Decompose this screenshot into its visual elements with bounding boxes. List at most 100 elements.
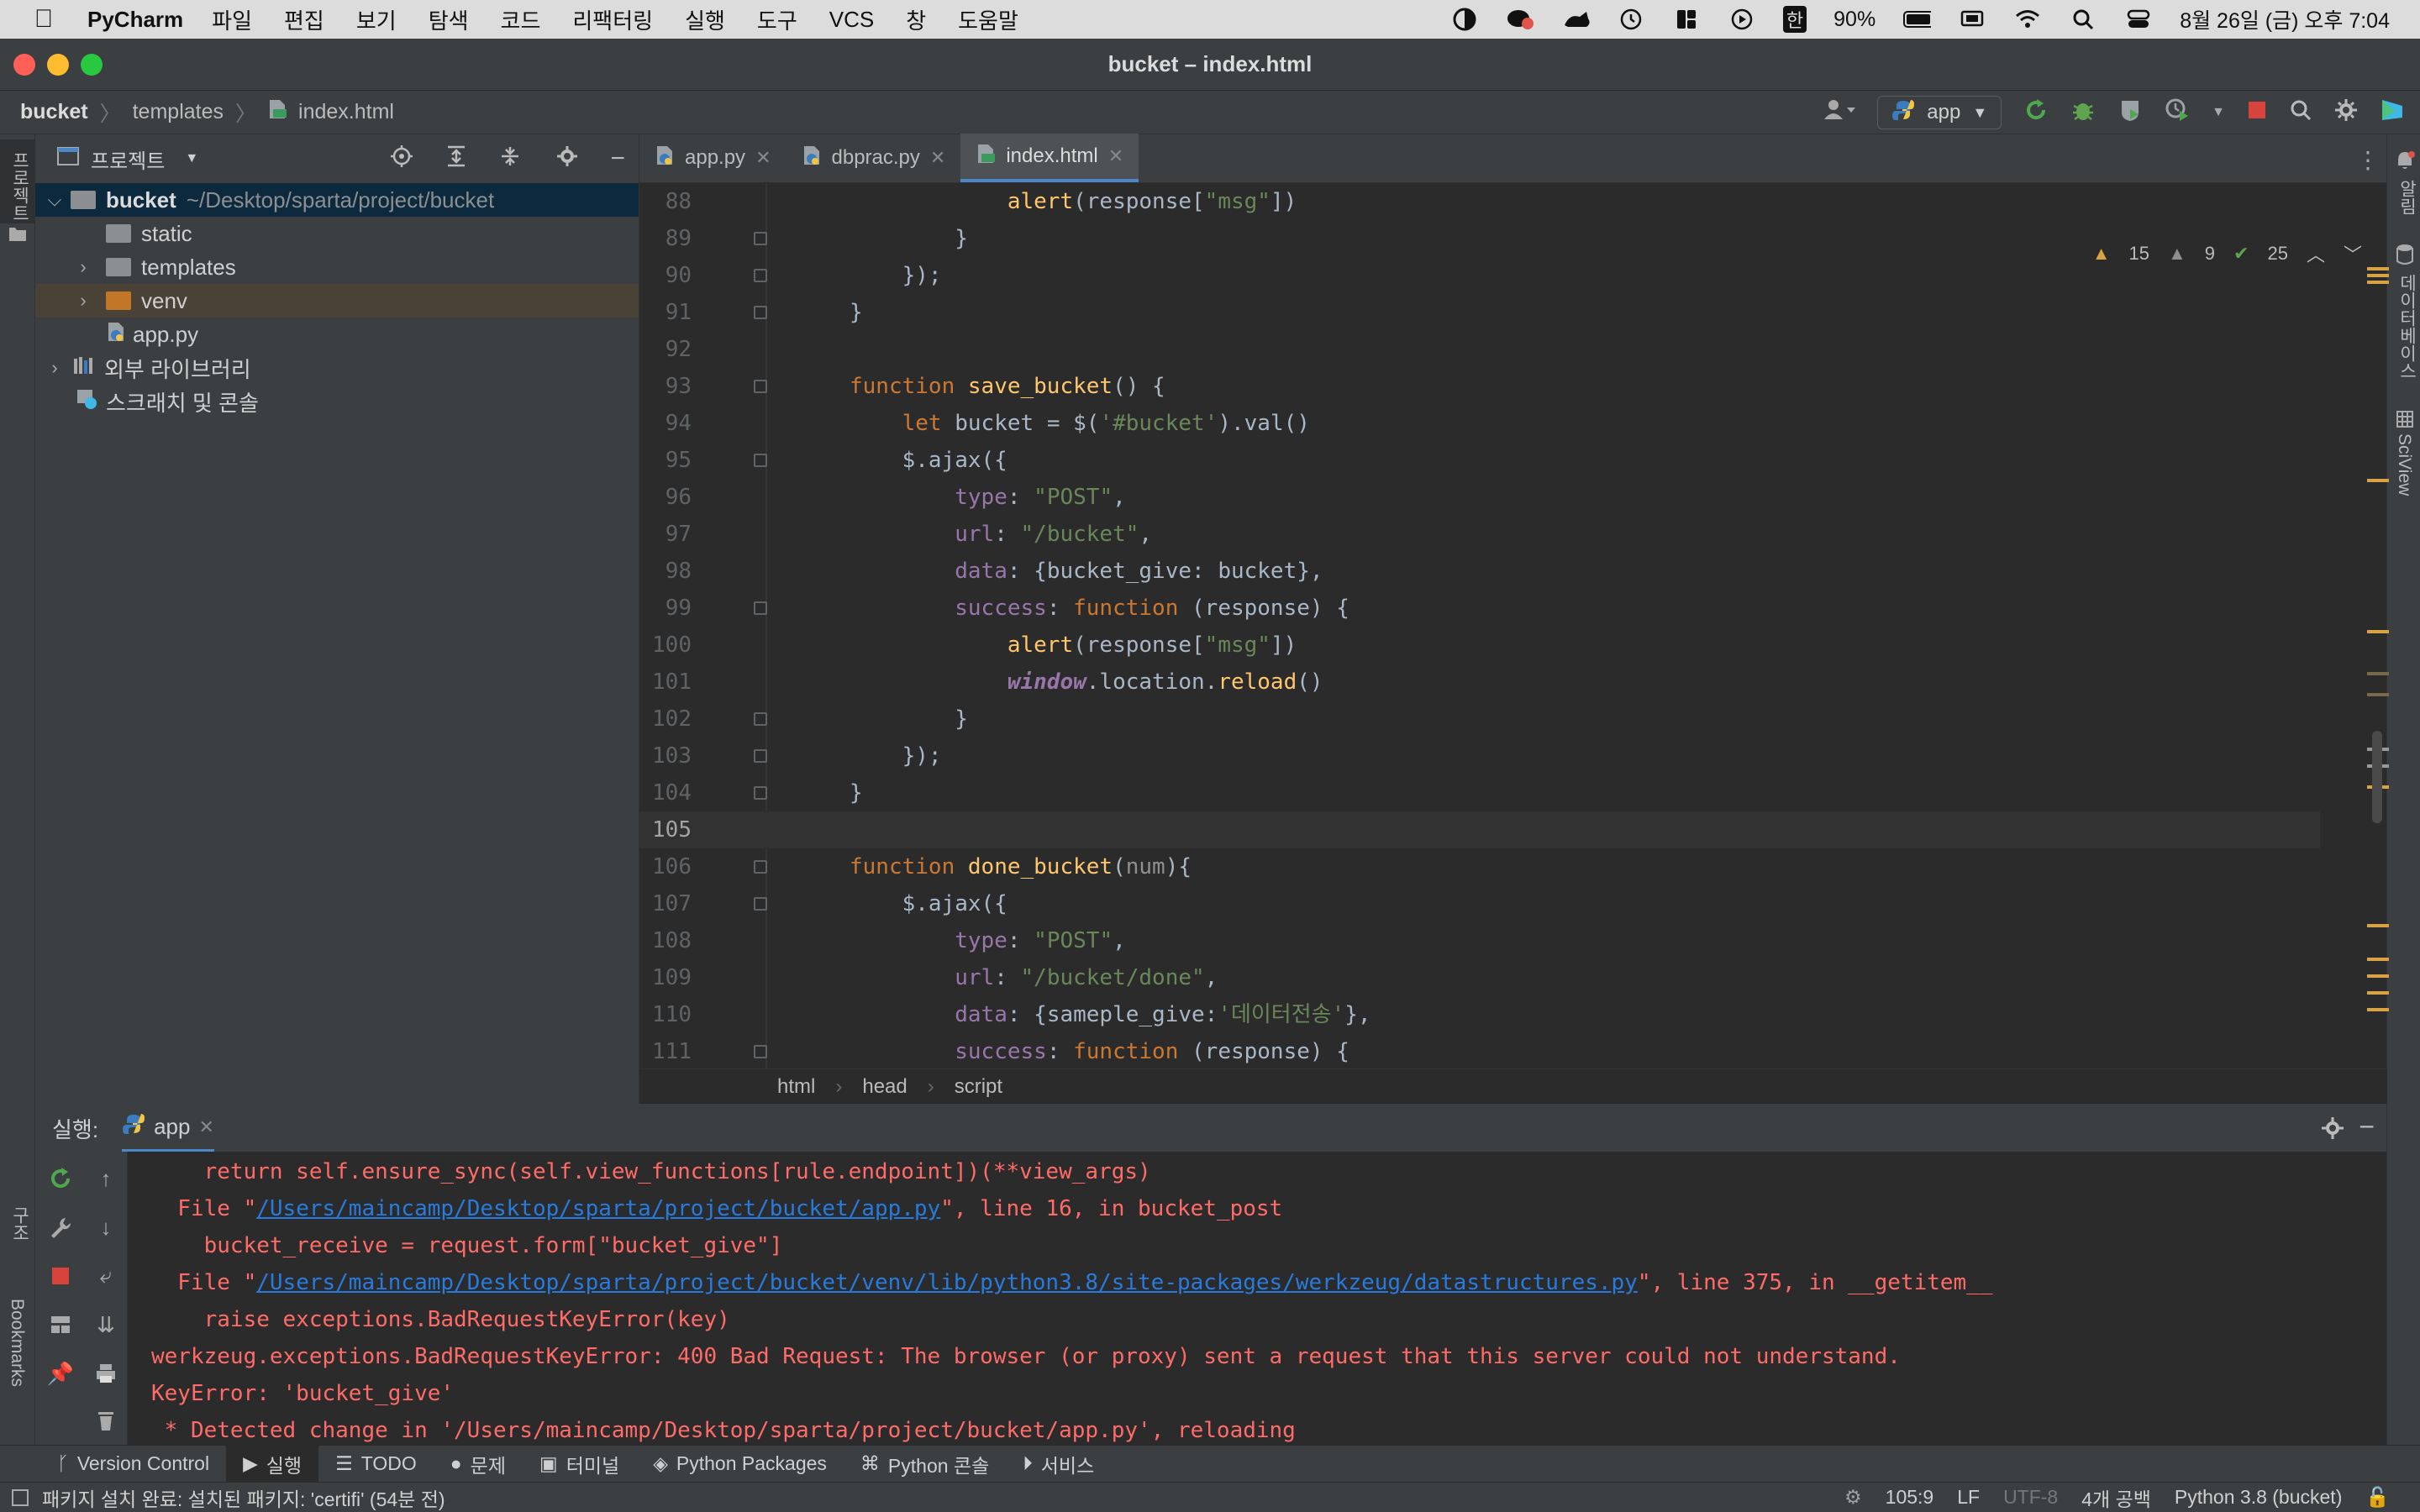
code-line[interactable]: 106 function done_bucket(num){ — [639, 848, 2320, 885]
error-stripe-mark[interactable] — [2367, 974, 2389, 978]
battery-icon[interactable] — [1902, 7, 1932, 32]
profile-icon[interactable] — [2165, 97, 2190, 129]
code-line[interactable]: 96 type: "POST", — [639, 479, 2320, 516]
database-tool-label[interactable]: 데이터베이스 — [2394, 274, 2419, 380]
clock[interactable]: 8월 26일 (금) 오후 7:04 — [2180, 4, 2390, 34]
crumb-html[interactable]: html — [777, 1075, 815, 1099]
error-stripe-mark[interactable] — [2367, 274, 2389, 277]
tab-index-html[interactable]: index.html ✕ — [960, 134, 1139, 182]
print-icon[interactable] — [89, 1357, 123, 1390]
tree-item-external-libraries[interactable]: › 외부 라이브러리 — [35, 351, 639, 385]
run-tool-button[interactable]: ▶ 실행 — [226, 1445, 319, 1483]
error-stripe-mark[interactable] — [2367, 479, 2389, 482]
error-stripe-mark[interactable] — [2367, 281, 2389, 284]
breadcrumb-file[interactable]: index.html — [298, 100, 394, 124]
tab-dbprac-py[interactable]: dbprac.py ✕ — [786, 134, 961, 182]
menu-tools[interactable]: 도구 — [757, 4, 797, 35]
close-tab-icon[interactable]: ✕ — [1108, 145, 1123, 167]
fold-marker-icon[interactable] — [754, 712, 767, 726]
coverage-icon[interactable] — [2118, 97, 2143, 129]
menu-code[interactable]: 코드 — [501, 4, 541, 35]
layout-icon[interactable] — [44, 1308, 77, 1341]
locate-file-icon[interactable] — [390, 144, 413, 174]
code-line[interactable]: 108 type: "POST", — [639, 922, 2320, 959]
code-line[interactable]: 90 }); — [639, 257, 2320, 294]
project-tool-window-button[interactable]: 프로젝트 — [0, 139, 35, 223]
fold-marker-icon[interactable] — [754, 897, 767, 911]
notifications-bell-icon[interactable] — [2394, 150, 2416, 176]
read-only-lock-icon[interactable]: 🔓 — [2365, 1486, 2390, 1509]
close-tab-icon[interactable]: ✕ — [930, 147, 945, 169]
code-line[interactable]: 105 — [639, 811, 2320, 848]
tree-item-templates[interactable]: › templates — [35, 250, 639, 284]
zoom-window-button[interactable] — [81, 54, 103, 76]
clear-console-trash-icon[interactable] — [89, 1404, 123, 1437]
todo-tool-button[interactable]: ☰ TODO — [318, 1446, 434, 1483]
settings-gear-icon[interactable] — [2334, 98, 2358, 128]
run-tab-app[interactable]: app ✕ — [122, 1105, 214, 1152]
error-stripe-mark[interactable] — [2367, 991, 2389, 995]
code-area[interactable]: ▲ 15 ▲ 9 ✔ 25 ︿ ﹀ 88 alert(response["msg… — [639, 183, 2387, 1203]
code-line[interactable]: 89 } — [639, 220, 2320, 257]
error-stripe-mark[interactable] — [2367, 630, 2389, 633]
code-line[interactable]: 92 — [639, 331, 2320, 368]
error-stripe-mark[interactable] — [2367, 693, 2389, 696]
window-layout-icon[interactable] — [1672, 7, 1701, 32]
chevron-right-icon[interactable]: › — [76, 256, 91, 278]
more-run-actions-chevron-icon[interactable]: ▼ — [2212, 105, 2225, 120]
close-run-tab-icon[interactable]: ✕ — [198, 1116, 213, 1138]
pin-tab-icon[interactable]: 📌 — [44, 1357, 77, 1390]
scroll-down-arrow-icon[interactable]: ↓ — [89, 1210, 123, 1244]
stop-icon[interactable] — [44, 1259, 77, 1293]
code-line[interactable]: 107 $.ajax({ — [639, 885, 2320, 922]
fold-marker-icon[interactable] — [754, 786, 767, 800]
file-encoding[interactable]: UTF-8 — [2003, 1486, 2058, 1509]
menu-vcs[interactable]: VCS — [829, 7, 874, 33]
terminal-tool-button[interactable]: ▣ 터미널 — [523, 1446, 636, 1483]
line-separator[interactable]: LF — [1957, 1486, 1980, 1509]
project-view-chevron-icon[interactable]: ▼ — [185, 151, 198, 166]
version-control-tool-button[interactable]: ᚴ Version Control — [40, 1446, 226, 1483]
crumb-head[interactable]: head — [862, 1075, 907, 1099]
fold-marker-icon[interactable] — [754, 749, 767, 763]
error-stripe-mark[interactable] — [2367, 672, 2389, 675]
editor-scrollbar-thumb[interactable] — [2372, 731, 2382, 823]
project-options-gear-icon[interactable] — [556, 145, 578, 173]
jetbrains-toolbox-icon[interactable] — [2380, 97, 2405, 129]
app-menu[interactable]: PyCharm — [87, 7, 183, 33]
notifications-tool-label[interactable]: 알림 — [2394, 180, 2419, 215]
screen-mirroring-icon[interactable] — [1958, 7, 1986, 32]
hide-run-panel-icon[interactable]: − — [2359, 1111, 2375, 1142]
python-console-tool-button[interactable]: ⌘ Python 콘솔 — [844, 1446, 1006, 1483]
code-line[interactable]: 101 window.location.reload() — [639, 664, 2320, 701]
rerun-icon[interactable] — [2023, 97, 2049, 129]
soft-wrap-icon[interactable]: ⤶ — [89, 1259, 123, 1293]
tree-item-venv[interactable]: › venv — [35, 284, 639, 318]
code-line[interactable]: 88 alert(response["msg"]) — [639, 183, 2320, 220]
code-line[interactable]: 103 }); — [639, 738, 2320, 774]
run-settings-gear-icon[interactable] — [2321, 1116, 2344, 1146]
python-interpreter[interactable]: Python 3.8 (bucket) — [2175, 1486, 2342, 1509]
sciview-tool-label[interactable]: SciView — [2394, 433, 2414, 496]
menu-file[interactable]: 파일 — [212, 4, 252, 35]
crumb-script[interactable]: script — [955, 1075, 1002, 1099]
code-line[interactable]: 109 url: "/bucket/done", — [639, 959, 2320, 996]
menu-window[interactable]: 창 — [906, 4, 926, 35]
tree-root-bucket[interactable]: ⌵ bucket ~/Desktop/sparta/project/bucket — [35, 183, 639, 217]
spotlight-search-icon[interactable] — [2069, 7, 2097, 32]
problems-tool-button[interactable]: ● 문제 — [434, 1446, 523, 1483]
caret-position[interactable]: 105:9 — [1886, 1486, 1934, 1509]
close-window-button[interactable] — [13, 54, 35, 76]
tab-app-py[interactable]: app.py ✕ — [639, 134, 786, 182]
menu-edit[interactable]: 편집 — [284, 4, 324, 35]
code-line[interactable]: 98 data: {bucket_give: bucket}, — [639, 553, 2320, 590]
run-configuration-selector[interactable]: app ▼ — [1877, 96, 2002, 129]
minimize-window-button[interactable] — [47, 54, 69, 76]
code-line[interactable]: 111 success: function (response) { — [639, 1033, 2320, 1070]
fold-marker-icon[interactable] — [754, 454, 767, 467]
tab-options-icon[interactable]: ⋮ — [2356, 146, 2380, 174]
collapse-all-icon[interactable] — [499, 145, 521, 173]
console-file-link[interactable]: /Users/maincamp/Desktop/sparta/project/b… — [256, 1196, 940, 1221]
modify-run-config-wrench-icon[interactable] — [44, 1210, 77, 1244]
wifi-icon[interactable] — [2013, 7, 2042, 32]
